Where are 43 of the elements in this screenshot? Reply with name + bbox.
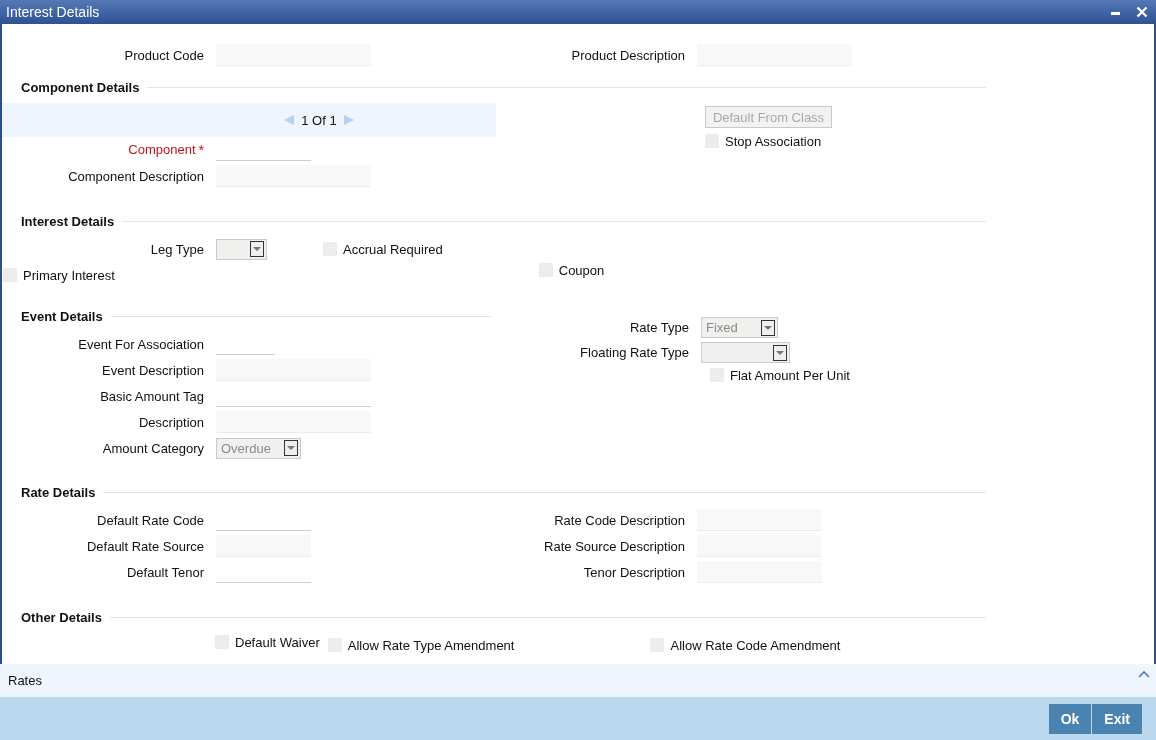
field-label: Tenor Description (583, 564, 685, 580)
field-label: Rate Type (629, 320, 689, 335)
rates-label[interactable]: Rates (8, 673, 42, 688)
pager-text: 1 Of 1 (301, 112, 337, 128)
caret-up-icon[interactable] (1138, 669, 1150, 678)
section-heading: Interest Details (21, 213, 115, 229)
field-label: Product Description (571, 47, 685, 63)
section-heading: Other Details (21, 609, 102, 625)
field-label: Rate Code Description (554, 512, 685, 528)
field-label: Rate Source Description (544, 538, 685, 554)
next-icon[interactable] (342, 114, 355, 126)
checkbox-label: Stop Association (725, 133, 822, 149)
required-mark: * (198, 142, 204, 158)
checkbox-label: Allow Rate Type Amendment (347, 637, 515, 653)
checkbox-label: Accrual Required (343, 241, 443, 257)
close-icon[interactable] (1136, 6, 1148, 18)
field-label: Default Tenor (126, 564, 204, 580)
checkbox-label: Coupon (558, 262, 605, 278)
field-label: Basic Amount Tag (100, 388, 204, 404)
exit-button[interactable]: Exit (1092, 703, 1142, 734)
checkbox-label: Default Waiver (235, 634, 320, 650)
field-label: Product Code (124, 47, 204, 63)
section-heading: Event Details (21, 308, 103, 324)
field-label: Default Rate Code (97, 512, 204, 528)
checkbox[interactable] (3, 268, 17, 282)
section-heading: Component Details (21, 79, 140, 95)
checkbox-label: Flat Amount Per Unit (730, 367, 850, 383)
field-label: Description (138, 414, 204, 430)
rates-bar[interactable]: Rates (0, 664, 1156, 697)
field-label: Amount Category (102, 440, 204, 456)
checkbox-label: Primary Interest (23, 267, 115, 283)
field-label: Floating Rate Type (580, 345, 689, 360)
section-heading: Rate Details (21, 484, 96, 500)
field-label: Default Rate Source (86, 538, 204, 554)
window-title: Interest Details (6, 4, 100, 20)
ok-button[interactable]: Ok (1048, 703, 1092, 734)
field-label: Component (128, 142, 196, 157)
field-label: Leg Type (150, 241, 204, 257)
field-label: Event Description (102, 362, 204, 378)
field-label: Component Description (68, 168, 204, 184)
previous-icon[interactable] (283, 114, 296, 126)
field-label: Event For Association (78, 336, 204, 352)
checkbox-label: Allow Rate Code Amendment (670, 637, 841, 653)
